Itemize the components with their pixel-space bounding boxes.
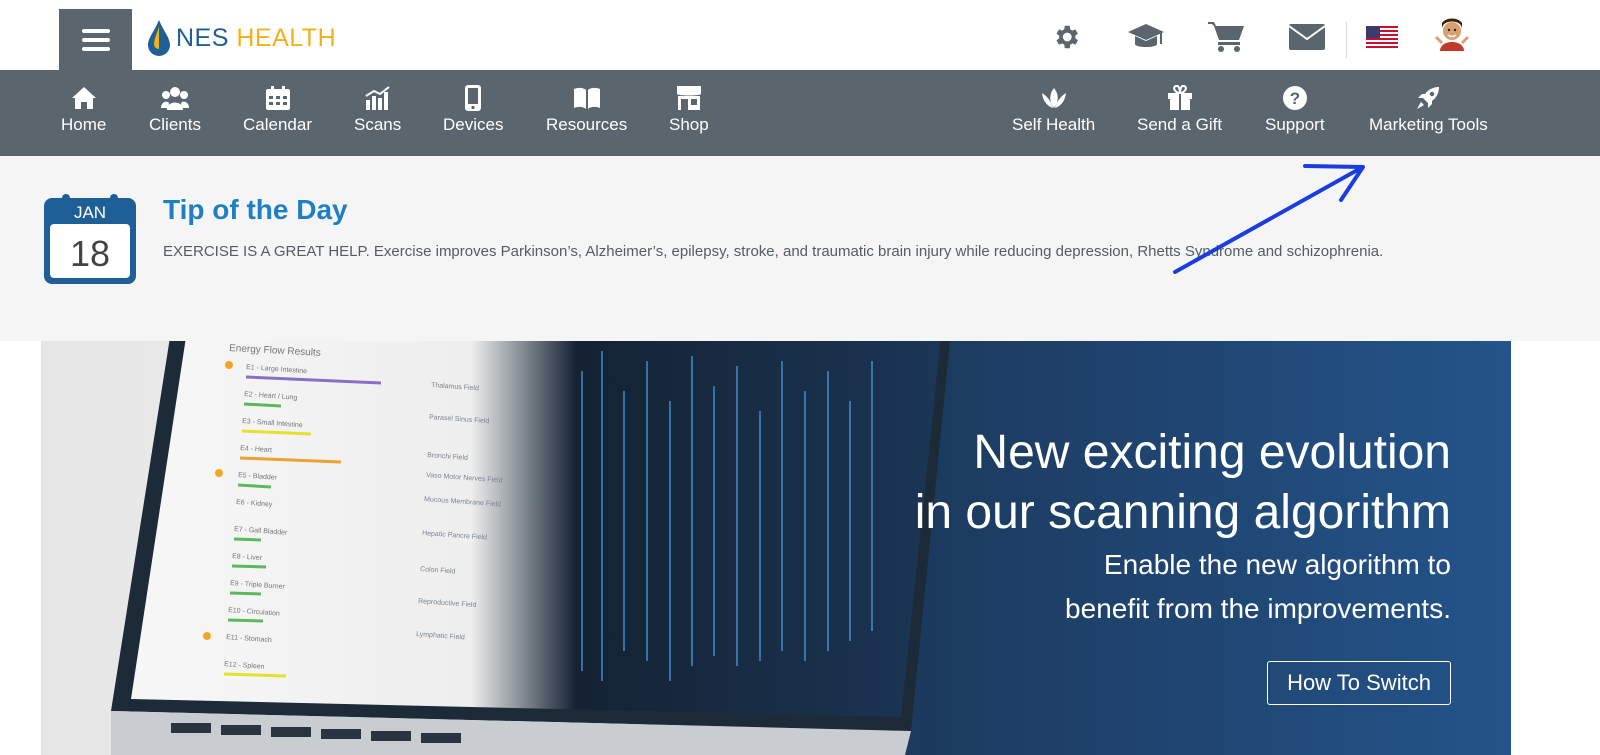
shop-icon	[676, 86, 701, 110]
us-flag-icon[interactable]	[1362, 20, 1402, 54]
nav-item-clients[interactable]: Clients	[149, 84, 201, 135]
calendar-month: JAN	[74, 203, 106, 222]
nav-item-self-health[interactable]: Self Health	[1012, 84, 1095, 135]
home-icon	[71, 87, 96, 109]
avatar[interactable]	[1432, 18, 1472, 52]
nav-label-send-a-gift: Send a Gift	[1137, 115, 1223, 134]
scans-icon	[365, 86, 390, 110]
svg-text:?: ?	[1290, 89, 1300, 108]
nav-label-home: Home	[61, 115, 107, 134]
hero-sub-line1: Enable the new algorithm to	[1103, 549, 1451, 580]
book-icon	[573, 87, 600, 109]
nav-item-home[interactable]: Home	[61, 84, 106, 135]
hero-subheadline: Enable the new algorithm to benefit from…	[811, 543, 1451, 631]
nav-label-shop: Shop	[669, 115, 709, 134]
logo-text-nes: NES	[176, 23, 229, 52]
main-nav: Home Clients Calendar Scans Devices Reso…	[0, 70, 1600, 156]
water-drop-icon	[148, 20, 170, 56]
nav-label-devices: Devices	[443, 115, 504, 134]
tip-of-the-day-panel: JAN 18 Tip of the Day EXERCISE IS A GREA…	[0, 156, 1600, 341]
logo-text-health: HEALTH	[236, 23, 337, 52]
nav-item-devices[interactable]: Devices	[443, 84, 503, 135]
hamburger-icon	[81, 28, 110, 51]
hero-headline: New exciting evolution in our scanning a…	[811, 423, 1451, 543]
how-to-switch-button[interactable]: How To Switch	[1267, 661, 1451, 705]
nav-label-resources: Resources	[546, 115, 628, 134]
mail-icon[interactable]	[1287, 20, 1327, 54]
hero-headline-line1: New exciting evolution	[973, 426, 1451, 479]
tip-title: Tip of the Day	[163, 194, 348, 225]
nav-label-scans: Scans	[354, 115, 402, 134]
nav-item-scans[interactable]: Scans	[354, 84, 401, 135]
nav-item-send-a-gift[interactable]: Send a Gift	[1137, 84, 1222, 135]
nav-item-shop[interactable]: Shop	[669, 84, 709, 135]
nav-label-support: Support	[1265, 115, 1325, 134]
tip-body: EXERCISE IS A GREAT HELP. Exercise impro…	[163, 243, 1384, 260]
nav-label-self-health: Self Health	[1012, 115, 1096, 134]
nav-item-calendar[interactable]: Calendar	[243, 84, 312, 135]
gift-icon	[1167, 85, 1192, 110]
nav-item-resources[interactable]: Resources	[546, 84, 627, 135]
top-bar: NES HEALTH	[0, 0, 1600, 70]
hamburger-menu-button[interactable]	[59, 9, 132, 70]
hero-banner[interactable]: Energy Flow Results E1 - Large Intestine…	[41, 341, 1511, 755]
nav-item-support[interactable]: ? Support	[1265, 84, 1325, 135]
nav-label-calendar: Calendar	[243, 115, 312, 134]
graduation-cap-icon[interactable]	[1126, 20, 1166, 54]
rocket-icon	[1417, 87, 1440, 109]
hero-headline-line2: in our scanning algorithm	[914, 486, 1451, 539]
top-bar-divider	[1346, 22, 1347, 58]
calendar-date-icon: JAN 18	[44, 194, 136, 284]
clients-icon	[160, 87, 189, 110]
lotus-icon	[1041, 88, 1066, 108]
calendar-day: 18	[70, 233, 110, 274]
device-icon	[465, 85, 482, 111]
hero-sub-line2: benefit from the improvements.	[1065, 593, 1451, 624]
help-icon: ?	[1282, 86, 1307, 110]
gear-icon[interactable]	[1046, 20, 1086, 54]
nav-label-clients: Clients	[149, 115, 201, 134]
calendar-icon	[265, 86, 290, 110]
nes-health-logo[interactable]: NES HEALTH	[148, 20, 336, 56]
cart-icon[interactable]	[1207, 20, 1247, 54]
nav-label-marketing-tools: Marketing Tools	[1369, 115, 1488, 134]
nav-item-marketing-tools[interactable]: Marketing Tools	[1369, 84, 1488, 135]
